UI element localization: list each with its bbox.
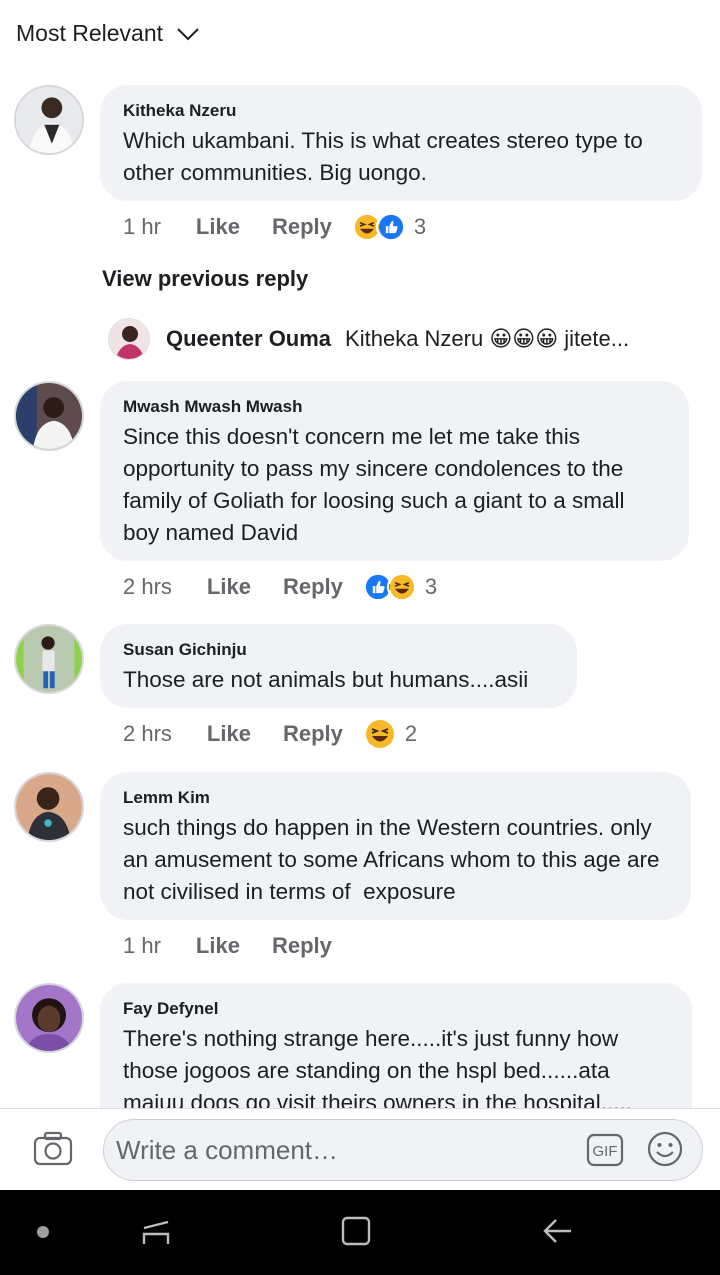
comment-text: Those are not animals but humans....asii: [123, 667, 529, 692]
comment-actions: 1 hr Like Reply 3: [123, 212, 426, 242]
recent-apps-icon[interactable]: [140, 1214, 172, 1248]
haha-reaction-icon: [362, 717, 397, 751]
view-previous-reply-link[interactable]: View previous reply: [102, 266, 308, 292]
comment-actions: 2 hrs Like Reply 2: [123, 717, 418, 751]
home-icon[interactable]: [340, 1214, 372, 1248]
comment-bubble: Susan Gichinju Those are not animals but…: [100, 624, 577, 708]
avatar[interactable]: [14, 772, 84, 842]
comment-time[interactable]: 1 hr: [123, 214, 161, 240]
comment-time[interactable]: 2 hrs: [123, 721, 172, 747]
comment-text: Which ukambani. This is what creates ste…: [123, 128, 650, 185]
comment-author[interactable]: Lemm Kim: [123, 788, 669, 808]
gif-label: GIF: [593, 1143, 618, 1160]
comment-bubble: Lemm Kim such things do happen in the We…: [100, 772, 691, 920]
back-icon[interactable]: [540, 1214, 574, 1248]
comment-composer: GIF: [0, 1108, 720, 1190]
comment-time[interactable]: 1 hr: [123, 933, 161, 959]
like-button[interactable]: Like: [207, 574, 251, 600]
comment-input[interactable]: [116, 1130, 576, 1170]
reaction-count: 2: [404, 721, 418, 746]
comment-text: Since this doesn't concern me let me tak…: [123, 424, 631, 545]
like-button[interactable]: Like: [207, 721, 251, 747]
comment-input-container: GIF: [103, 1119, 703, 1181]
comment-author[interactable]: Mwash Mwash Mwash: [123, 397, 667, 417]
reaction-count: 3: [413, 214, 427, 239]
sort-selector[interactable]: Most Relevant: [16, 20, 199, 47]
camera-icon[interactable]: [33, 1131, 73, 1167]
reactions-summary[interactable]: 3: [362, 572, 438, 602]
avatar[interactable]: [108, 318, 150, 360]
comment-author[interactable]: Kitheka Nzeru: [123, 101, 680, 121]
emoji-icon[interactable]: [647, 1131, 683, 1167]
reply-button[interactable]: Reply: [272, 214, 332, 240]
reactions-summary[interactable]: 3: [351, 212, 427, 242]
sort-label: Most Relevant: [16, 20, 164, 46]
reactions-summary[interactable]: 2: [362, 717, 418, 751]
reply-button[interactable]: Reply: [283, 721, 343, 747]
comment-author[interactable]: Susan Gichinju: [123, 640, 555, 660]
avatar[interactable]: [14, 624, 84, 694]
reply-author: Queenter Ouma: [166, 326, 332, 351]
avatar[interactable]: [14, 983, 84, 1053]
avatar[interactable]: [14, 381, 84, 451]
gif-icon[interactable]: GIF: [586, 1133, 624, 1167]
haha-reaction-icon: [386, 572, 417, 602]
comment-time[interactable]: 2 hrs: [123, 574, 172, 600]
like-button[interactable]: Like: [196, 933, 240, 959]
comment-text: There's nothing strange here.....it's ju…: [123, 1026, 633, 1115]
reply-text: Kitheka Nzeru 😀😀😀 jitete...: [345, 326, 630, 351]
comment-author[interactable]: Fay Defynel: [123, 999, 670, 1019]
comment-bubble: Kitheka Nzeru Which ukambani. This is wh…: [100, 85, 702, 201]
avatar[interactable]: [14, 85, 84, 155]
comment-text: such things do happen in the Western cou…: [123, 815, 666, 904]
comment-actions: 1 hr Like Reply: [123, 931, 364, 961]
chevron-down-icon: [177, 27, 199, 41]
reply-button[interactable]: Reply: [272, 933, 332, 959]
system-navigation-bar: [0, 1190, 720, 1275]
like-button[interactable]: Like: [196, 214, 240, 240]
like-reaction-icon: [375, 212, 406, 242]
nav-dot-icon[interactable]: [37, 1226, 49, 1238]
reply-button[interactable]: Reply: [283, 574, 343, 600]
reaction-count: 3: [424, 574, 438, 599]
comment-actions: 2 hrs Like Reply 3: [123, 572, 437, 602]
comment-bubble: Mwash Mwash Mwash Since this doesn't con…: [100, 381, 689, 561]
reply-preview[interactable]: Queenter Ouma Kitheka Nzeru 😀😀😀 jitete..…: [108, 318, 688, 360]
